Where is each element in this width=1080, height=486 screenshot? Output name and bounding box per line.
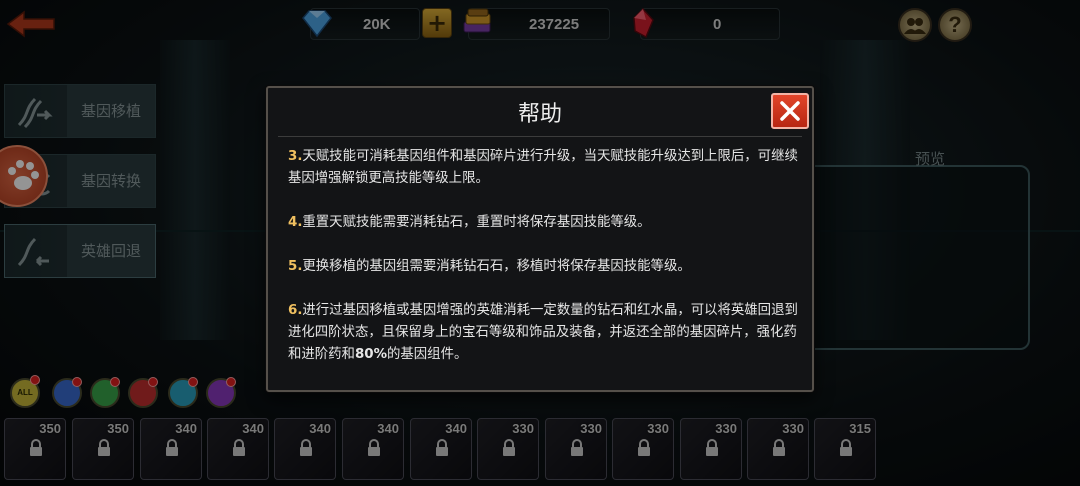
close-button[interactable] bbox=[771, 93, 809, 129]
item-number: 5. bbox=[288, 259, 303, 274]
item-text: 的基因组件。 bbox=[387, 347, 468, 362]
item-number: 6. bbox=[288, 303, 303, 318]
item-highlight: 80% bbox=[354, 347, 388, 362]
item-number: 4. bbox=[288, 215, 303, 230]
dialog-title: 帮助 bbox=[517, 102, 562, 127]
help-item-6: 6.进行过基因移植或基因增强的英雄消耗一定数量的钻石和红水晶，可以将英雄回退到进… bbox=[288, 300, 798, 366]
help-content: 3.天赋技能可消耗基因组件和基因碎片进行升级，当天赋技能升级达到上限后，可继续基… bbox=[288, 146, 798, 388]
help-dialog: 帮助 3.天赋技能可消耗基因组件和基因碎片进行升级，当天赋技能升级达到上限后，可… bbox=[266, 86, 814, 392]
close-icon bbox=[780, 101, 800, 121]
divider bbox=[278, 136, 802, 137]
help-item-5: 5.更换移植的基因组需要消耗钻石石，移植时将保存基因技能等级。 bbox=[288, 256, 798, 278]
help-item-4: 4.重置天赋技能需要消耗钻石，重置时将保存基因技能等级。 bbox=[288, 212, 798, 234]
help-item-3: 3.天赋技能可消耗基因组件和基因碎片进行升级，当天赋技能升级达到上限后，可继续基… bbox=[288, 146, 798, 190]
item-text: 更换移植的基因组需要消耗钻石石，移植时将保存基因技能等级。 bbox=[302, 259, 691, 274]
item-text: 天赋技能可消耗基因组件和基因碎片进行升级，当天赋技能升级达到上限后，可继续基因增… bbox=[288, 149, 798, 186]
item-number: 3. bbox=[288, 149, 303, 164]
item-text: 重置天赋技能需要消耗钻石，重置时将保存基因技能等级。 bbox=[302, 215, 651, 230]
